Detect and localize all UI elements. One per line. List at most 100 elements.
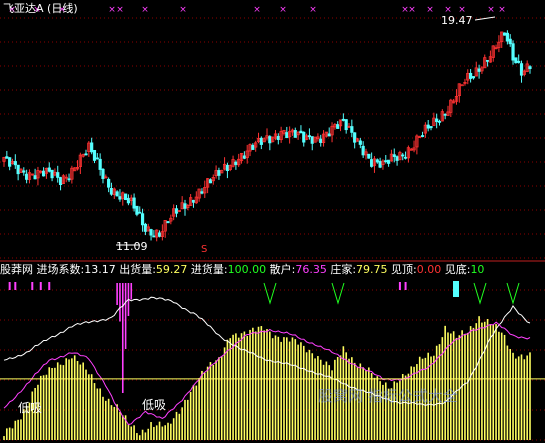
candle-body [33,175,37,180]
cyan-marker [453,281,459,297]
candle-body [437,120,442,123]
candle-body [367,153,371,159]
candle-body [47,167,51,172]
candle-body [353,132,357,143]
chart-title: 飞亚达A (日线) [3,2,78,15]
high-price-label: 19.47 [441,14,473,27]
candle-body [140,213,145,226]
x-marker-icon: × [279,5,287,15]
magenta-tick [48,282,51,290]
candle-body [138,211,142,214]
candle-body [107,178,111,188]
candle-body [505,32,509,42]
candle-body [132,197,136,209]
x-marker-icon: × [253,5,261,15]
x-marker-icon: × [309,5,317,15]
candle-body [126,197,131,204]
candle-body [22,170,26,173]
candle-body [8,157,12,167]
indicator-params: 进场系数:13.17 出货量:59.27 进货量:100.00 散户:76.35… [37,263,485,276]
candle-body [350,126,354,133]
candle-body [90,142,94,153]
candle-body [234,161,238,165]
candle-body [426,124,430,129]
candle-body [225,164,230,171]
candle-body [435,118,439,122]
magenta-tick [39,282,42,290]
param-value: 0.00 [416,263,442,276]
candle-body [477,68,481,72]
stock-chart: × × × × × × × × × × × × × × × × × [0,0,545,443]
candle-body [101,168,105,179]
param-label: 见底: [441,263,471,276]
candle-body [58,177,63,185]
x-marker-icon: × [179,5,187,15]
param-label: 散户: [266,263,296,276]
candle-body [375,159,379,163]
candle-body [149,229,153,236]
candle-body [378,161,382,168]
candle-body [67,178,71,181]
x-marker-icon: × [498,5,506,15]
param-value: 100.00 [227,263,267,276]
candle-body [471,76,476,79]
candle-body [276,135,280,140]
candle-body [16,164,20,175]
param-label: 出货量: [115,263,156,276]
x-marker-icon: × [426,5,434,15]
candle-body [115,191,119,197]
candle-body [293,130,297,138]
param-label: 进货量: [187,263,228,276]
candle-body [519,63,524,76]
candle-body [285,132,289,139]
candle-body [392,154,396,157]
candle-body [5,156,9,159]
candle-body [217,170,221,176]
candle-body [259,137,263,145]
candle-body [327,133,331,137]
candle-body [56,172,60,178]
candle-body [302,131,306,143]
candle-body [528,66,532,70]
candle-body [109,188,114,195]
candle-body [208,179,213,184]
param-value: 13.17 [84,263,116,276]
sell-signal-label: S [201,244,208,255]
candle-body [41,170,46,177]
candle-body [299,130,303,134]
candle-body [118,196,122,200]
magenta-tick [8,282,11,290]
candle-body [157,232,162,237]
param-label: 见顶: [387,263,417,276]
candle-body [344,119,348,131]
x-marker-icon: × [116,5,124,15]
x-marker-icon: × [487,5,495,15]
candle-body [166,221,170,224]
low-buy-annotation-1: 低吸 [18,401,43,415]
magenta-tick [14,282,17,290]
candle-body [242,155,246,159]
candle-body [183,203,187,209]
candle-body [95,157,99,160]
param-value: 76.35 [295,263,327,276]
candle-body [25,173,29,180]
candle-body [395,156,399,161]
x-marker-icon: × [108,5,116,15]
candle-body [310,136,314,144]
magenta-tick [404,282,407,290]
param-value: 79.75 [356,263,388,276]
param-value: 10 [470,263,485,276]
candle-body [420,135,425,137]
candle-body [384,160,388,163]
indicator-header: 股莽网 进场系数:13.17 出货量:59.27 进货量:100.00 散户:7… [0,263,484,277]
candle-body [307,135,312,138]
candle-body [502,32,507,36]
candle-body [143,223,147,232]
low-buy-annotation-2: 低吸 [142,398,167,412]
x-marker-icon: × [408,5,416,15]
candle-body [200,191,204,194]
candle-body [152,235,156,238]
candle-body [135,205,139,215]
candle-body [268,136,272,144]
param-value: 59.27 [155,263,188,276]
